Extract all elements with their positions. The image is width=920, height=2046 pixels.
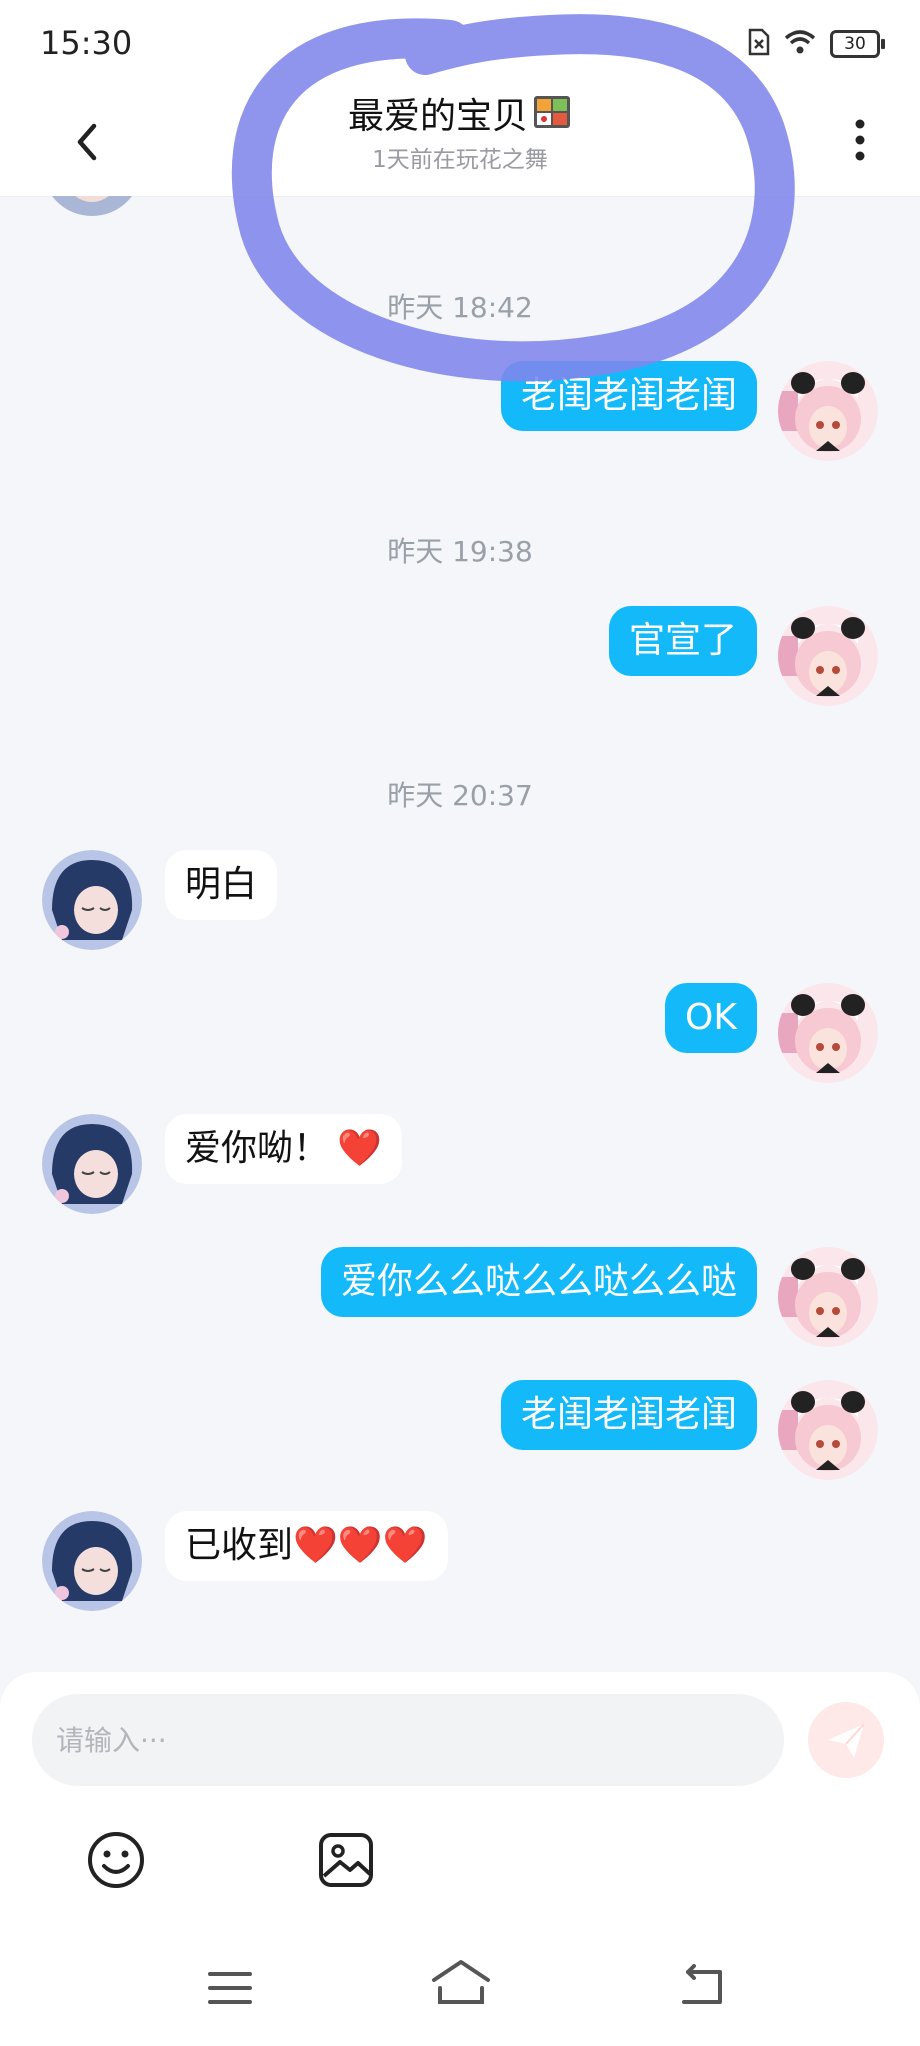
avatar-self[interactable] bbox=[778, 1380, 878, 1480]
image-icon bbox=[319, 1833, 373, 1887]
avatar-contact[interactable] bbox=[42, 850, 142, 950]
chat-title-text: 最爱的宝贝 bbox=[347, 96, 528, 137]
partial-avatar bbox=[42, 196, 142, 216]
avatar-self[interactable] bbox=[778, 361, 878, 461]
message-bubble-outgoing[interactable]: 爱你么么哒么么哒么么哒 bbox=[320, 1247, 757, 1317]
send-icon bbox=[828, 1723, 865, 1758]
menu-icon bbox=[208, 1972, 252, 2004]
avatar-self[interactable] bbox=[778, 606, 878, 706]
message-bubble-incoming[interactable]: 已收到❤️❤️❤️ bbox=[165, 1511, 448, 1581]
heart-emoji: ❤️ bbox=[337, 1128, 382, 1169]
message-text: 已收到 bbox=[185, 1525, 294, 1566]
avatar-contact[interactable] bbox=[42, 1511, 142, 1611]
message-text: 爱你呦！ bbox=[185, 1128, 330, 1169]
chat-subtitle: 1天前在玩花之舞 bbox=[372, 147, 548, 173]
timestamp: 昨天 19:38 bbox=[387, 535, 533, 568]
more-button[interactable] bbox=[840, 110, 880, 170]
image-button[interactable] bbox=[316, 1830, 376, 1890]
return-icon bbox=[682, 1964, 722, 2004]
timestamp: 昨天 18:42 bbox=[387, 291, 533, 324]
wifi-icon bbox=[784, 29, 816, 59]
message-bubble-incoming[interactable]: 爱你呦！ ❤️ bbox=[165, 1114, 402, 1184]
avatar-self[interactable] bbox=[778, 983, 878, 1083]
composer bbox=[0, 1672, 920, 2046]
nav-back-button[interactable] bbox=[676, 1964, 726, 2008]
chat-title: 最爱的宝贝 bbox=[0, 90, 920, 146]
more-icon bbox=[855, 119, 865, 161]
heart-emoji: ❤️❤️❤️ bbox=[293, 1525, 428, 1566]
nav-home-button[interactable] bbox=[430, 1958, 492, 2008]
no-sim-icon bbox=[748, 28, 770, 60]
message-bubble-outgoing[interactable]: 官宣了 bbox=[608, 606, 757, 676]
nav-menu-button[interactable] bbox=[206, 1968, 254, 2008]
status-bar: 15:30 30 bbox=[0, 0, 920, 90]
avatar-contact[interactable] bbox=[42, 1114, 142, 1214]
send-button[interactable] bbox=[808, 1702, 884, 1778]
status-icons: 30 bbox=[748, 28, 885, 60]
battery-icon: 30 bbox=[830, 30, 885, 58]
emoji-button[interactable] bbox=[86, 1830, 146, 1890]
message-bubble-outgoing[interactable]: OK bbox=[665, 983, 757, 1053]
avatar-self[interactable] bbox=[778, 1247, 878, 1347]
smiley-icon bbox=[88, 1832, 144, 1888]
home-icon bbox=[432, 1960, 490, 2004]
lunch-box-emoji bbox=[532, 92, 572, 146]
message-input[interactable] bbox=[32, 1694, 784, 1786]
message-bubble-outgoing[interactable]: 老闺老闺老闺 bbox=[500, 361, 757, 431]
message-bubble-incoming[interactable]: 明白 bbox=[165, 850, 278, 920]
message-bubble-outgoing[interactable]: 老闺老闺老闺 bbox=[500, 1380, 757, 1450]
chat-header: 最爱的宝贝 1天前在玩花之舞 bbox=[0, 90, 920, 197]
timestamp: 昨天 20:37 bbox=[387, 779, 533, 812]
status-time: 15:30 bbox=[40, 24, 133, 62]
